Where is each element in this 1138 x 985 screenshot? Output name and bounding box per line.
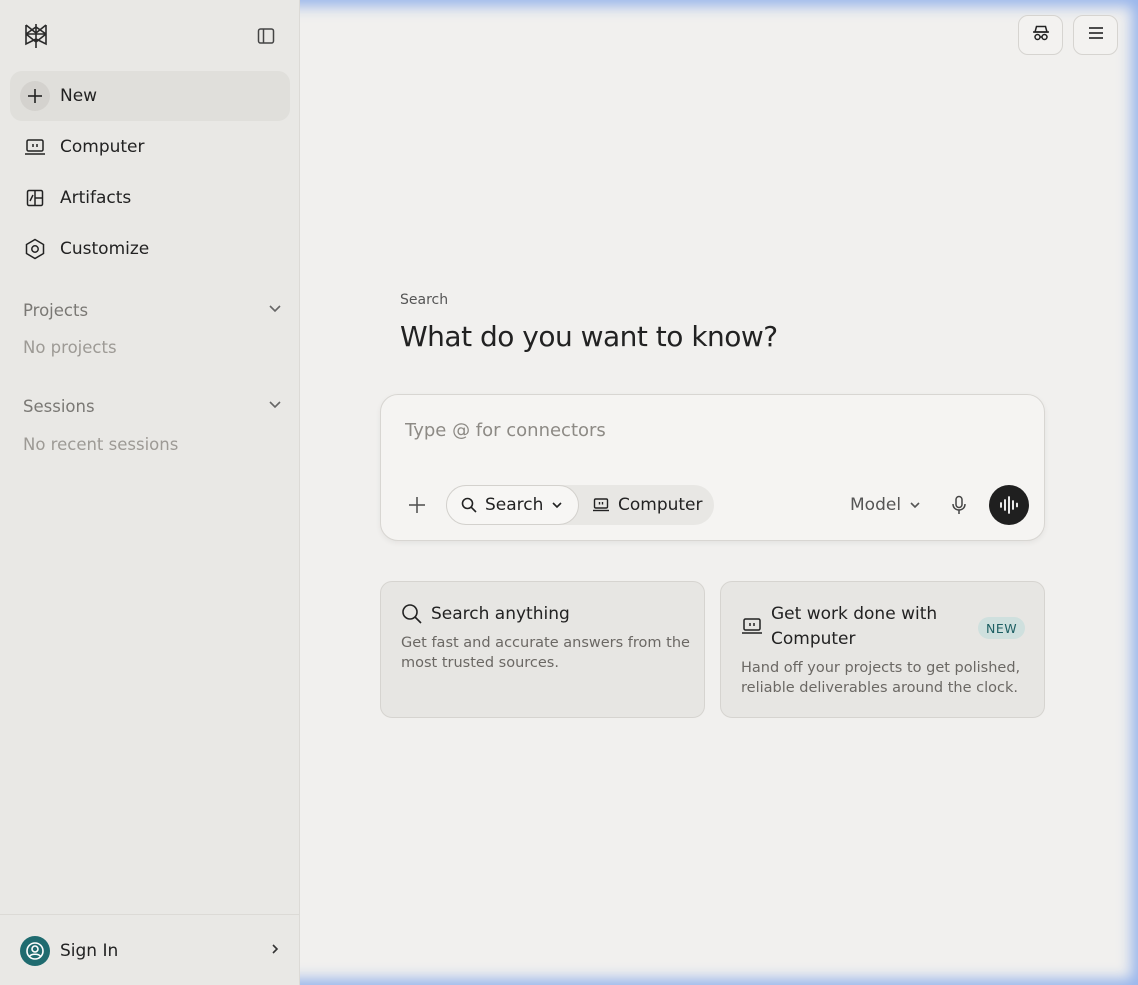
mode-search-button[interactable]: Search — [446, 485, 579, 525]
incognito-button[interactable] — [1018, 15, 1063, 55]
mode-search-label: Search — [485, 495, 544, 515]
model-selector[interactable]: Model — [850, 493, 921, 517]
app-window: New Computer Artifacts Customize Project… — [0, 0, 1138, 985]
sessions-title: Sessions — [23, 396, 95, 416]
projects-empty-text: No projects — [23, 338, 117, 357]
card-title-line: Get work done with — [771, 604, 938, 624]
card-title-line: Computer — [771, 629, 856, 649]
card-description-line: Get fast and accurate answers from the — [401, 635, 690, 651]
voice-mode-button[interactable] — [989, 485, 1029, 525]
incognito-icon — [1031, 23, 1051, 47]
chevron-right-icon — [268, 941, 282, 961]
sidebar-item-label: Artifacts — [60, 188, 132, 208]
sound-wave-icon — [998, 495, 1020, 515]
sign-in-label: Sign In — [60, 941, 119, 961]
sign-in-button[interactable]: Sign In — [20, 935, 282, 967]
card-description: Hand off your projects to get polished, … — [741, 658, 1031, 698]
computer-icon — [741, 616, 763, 638]
artifacts-icon — [22, 185, 48, 211]
search-anything-card[interactable]: Search anything Get fast and accurate an… — [380, 581, 705, 718]
avatar — [20, 936, 50, 966]
projects-section-header[interactable]: Projects — [23, 298, 283, 322]
card-title: Get work done with Computer — [771, 602, 937, 652]
hexagon-settings-icon — [22, 236, 48, 262]
chevron-down-icon[interactable] — [267, 396, 283, 416]
plus-icon — [20, 81, 50, 111]
new-badge: NEW — [978, 617, 1026, 639]
sessions-section-header[interactable]: Sessions — [23, 394, 283, 418]
sidebar-item-new[interactable]: New — [10, 71, 290, 121]
sidebar: New Computer Artifacts Customize Project… — [0, 0, 300, 985]
hamburger-menu-icon — [1087, 24, 1105, 46]
perplexity-logo-icon[interactable] — [22, 22, 50, 50]
search-icon — [401, 603, 423, 625]
menu-button[interactable] — [1073, 15, 1118, 55]
projects-title: Projects — [23, 300, 89, 320]
computer-icon — [592, 497, 610, 513]
chevron-down-icon[interactable] — [267, 300, 283, 320]
card-description-line: reliable deliverables around the clock. — [741, 680, 1018, 696]
computer-icon — [22, 134, 48, 160]
sidebar-item-artifacts[interactable]: Artifacts — [10, 173, 290, 223]
computer-card[interactable]: Get work done with Computer NEW Hand off… — [720, 581, 1045, 718]
sidebar-footer: Sign In — [0, 914, 300, 985]
mode-eyebrow: Search — [400, 292, 449, 308]
chevron-down-icon — [551, 499, 563, 511]
sidebar-toggle-icon[interactable] — [252, 22, 280, 50]
attach-button[interactable] — [403, 493, 431, 521]
page-title: What do you want to know? — [400, 320, 778, 353]
card-title: Search anything — [431, 604, 570, 624]
chevron-down-icon — [909, 499, 921, 511]
microphone-button[interactable] — [947, 493, 971, 517]
card-description: Get fast and accurate answers from the m… — [401, 633, 691, 673]
mode-selector: Search Computer — [446, 485, 714, 525]
model-label: Model — [850, 495, 902, 515]
mode-computer-button[interactable]: Computer — [592, 485, 712, 525]
composer: Search Computer Model — [380, 394, 1045, 541]
card-description-line: most trusted sources. — [401, 655, 559, 671]
sidebar-item-label: New — [60, 86, 98, 106]
card-description-line: Hand off your projects to get polished, — [741, 660, 1021, 676]
mode-computer-label: Computer — [618, 495, 703, 515]
sidebar-item-label: Computer — [60, 137, 145, 157]
microphone-icon — [951, 495, 967, 515]
sessions-empty-text: No recent sessions — [23, 435, 179, 454]
search-input[interactable] — [405, 415, 1005, 445]
plus-icon — [408, 496, 426, 518]
sidebar-item-computer[interactable]: Computer — [10, 122, 290, 172]
sidebar-item-label: Customize — [60, 239, 150, 259]
search-icon — [461, 497, 477, 513]
sidebar-item-customize[interactable]: Customize — [10, 224, 290, 274]
